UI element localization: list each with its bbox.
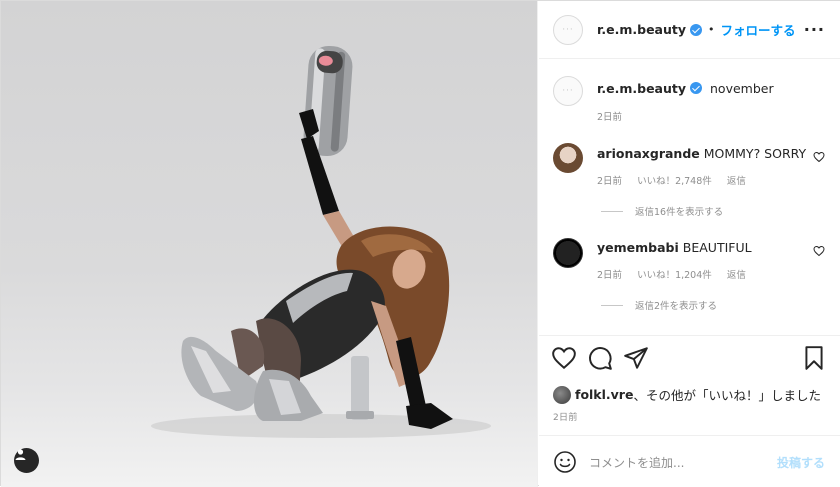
verified-badge-icon <box>690 82 703 94</box>
emoji-icon[interactable] <box>553 450 577 474</box>
comment-text: BEAUTIFUL <box>682 240 752 255</box>
comment: arionaxgrande MOMMY? SORRY <box>597 146 806 161</box>
liker-username[interactable]: folkl.vre <box>575 387 633 402</box>
heart-icon[interactable] <box>551 345 577 371</box>
replies-divider <box>601 304 623 306</box>
post-sidebar: ··· r.e.m.beauty • フォローする ··· ··· r.e.m.… <box>539 1 840 487</box>
instagram-post: ··· r.e.m.beauty • フォローする ··· ··· r.e.m.… <box>0 0 840 487</box>
comment-heart-icon[interactable] <box>813 151 825 163</box>
comment-avatar[interactable] <box>553 143 583 173</box>
comment-heart-icon[interactable] <box>813 245 825 257</box>
reply-button[interactable]: 返信 <box>727 270 746 281</box>
comment-time[interactable]: 2日前 <box>597 270 622 281</box>
post-comment-button[interactable]: 投稿する <box>777 454 825 471</box>
share-icon[interactable] <box>623 345 649 371</box>
liker-avatar[interactable] <box>553 385 571 404</box>
caption-username[interactable]: r.e.m.beauty <box>597 81 686 96</box>
post-timestamp[interactable]: 2日前 <box>553 410 578 423</box>
comment-likes[interactable]: いいね！2,748件 <box>637 176 712 187</box>
liked-by-suffix[interactable]: 、その他が「いいね！」しました <box>633 385 821 404</box>
comment-username[interactable]: yemembabi <box>597 240 679 255</box>
caption-text: november <box>710 81 774 96</box>
caption-meta: 2日前 <box>597 109 634 123</box>
comment-likes[interactable]: いいね！1,204件 <box>637 270 712 281</box>
view-replies-button[interactable]: 返信16件を表示する <box>601 204 723 218</box>
more-options-icon[interactable]: ··· <box>804 20 825 39</box>
caption-avatar[interactable]: ··· <box>553 76 583 106</box>
comment-input[interactable]: コメントを追加... <box>589 454 684 471</box>
photo-illustration <box>151 45 491 438</box>
view-replies-label: 返信16件を表示する <box>635 207 724 218</box>
tag-user-icon[interactable] <box>14 448 39 473</box>
add-comment-bar: コメントを追加... 投稿する <box>539 435 840 487</box>
follow-button[interactable]: フォローする <box>721 20 796 39</box>
reply-button[interactable]: 返信 <box>727 176 746 187</box>
post-photo[interactable] <box>1 1 538 487</box>
bookmark-icon[interactable] <box>801 345 827 371</box>
comment-time[interactable]: 2日前 <box>597 176 622 187</box>
comment-avatar[interactable] <box>553 238 583 268</box>
verified-badge-icon <box>690 23 703 36</box>
view-replies-button[interactable]: 返信2件を表示する <box>601 298 717 312</box>
post-header: ··· r.e.m.beauty • フォローする ··· <box>539 1 840 59</box>
header-separator: • <box>708 23 715 36</box>
comment: yemembabi BEAUTIFUL <box>597 240 752 255</box>
author-username[interactable]: r.e.m.beauty <box>597 22 686 37</box>
caption-time[interactable]: 2日前 <box>597 112 622 123</box>
view-replies-label: 返信2件を表示する <box>635 301 718 312</box>
action-bar <box>539 345 840 375</box>
comment-icon[interactable] <box>587 345 613 371</box>
comment-username[interactable]: arionaxgrande <box>597 146 700 161</box>
author-avatar[interactable]: ··· <box>553 14 583 45</box>
comment-text: MOMMY? SORRY <box>703 146 807 161</box>
comments-section: ··· r.e.m.beauty november 2日前 arionaxgra… <box>539 60 840 336</box>
liked-by: folkl.vre 、その他が「いいね！」しました <box>553 385 821 404</box>
comment-meta: 2日前 いいね！2,748件 返信 <box>597 173 758 187</box>
replies-divider <box>601 210 623 212</box>
caption: r.e.m.beauty november <box>597 81 774 96</box>
comment-meta: 2日前 いいね！1,204件 返信 <box>597 267 758 281</box>
